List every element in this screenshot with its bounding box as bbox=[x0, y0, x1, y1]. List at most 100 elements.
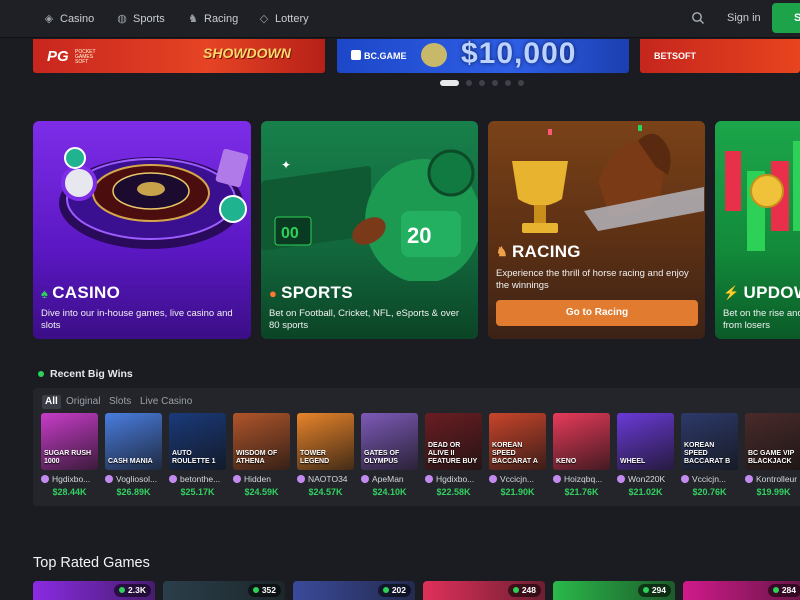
sign-in-link[interactable]: Sign in bbox=[727, 12, 761, 24]
top-rated-games-title: Top Rated Games bbox=[33, 555, 150, 571]
tab-all[interactable]: All bbox=[42, 395, 61, 409]
user-badge-icon bbox=[681, 475, 689, 483]
banner-prize-amount: $10,000 bbox=[461, 39, 577, 70]
go-to-racing-button[interactable]: Go to Racing bbox=[496, 300, 698, 326]
recent-win-item[interactable]: Sugar Rush 1000 Hgdixbo... $28.44K bbox=[41, 413, 98, 497]
player-count: 284 bbox=[781, 585, 796, 595]
game-thumbnail[interactable]: Korean Speed Baccarat B bbox=[681, 413, 738, 470]
tab-live-casino[interactable]: Live Casino bbox=[137, 395, 195, 409]
game-thumbnail[interactable]: Wisdom of Athena bbox=[233, 413, 290, 470]
recent-win-item[interactable]: Keno Hoizqbq... $21.76K bbox=[553, 413, 610, 497]
search-icon[interactable] bbox=[691, 11, 705, 25]
sign-up-button[interactable]: S bbox=[772, 3, 800, 33]
recent-win-item[interactable]: Korean Speed Baccarat A Vccicjn... $21.90K bbox=[489, 413, 546, 497]
carousel-dot[interactable] bbox=[492, 80, 498, 86]
top-rated-game-tile[interactable]: 2.3K bbox=[33, 581, 155, 600]
user-badge-icon bbox=[425, 475, 433, 483]
game-thumbnail[interactable]: Korean Speed Baccarat A bbox=[489, 413, 546, 470]
tab-slots[interactable]: Slots bbox=[106, 395, 134, 409]
top-rated-game-tile[interactable]: 248 bbox=[423, 581, 545, 600]
winner-username: NAOTO34 bbox=[297, 474, 354, 484]
game-thumbnail[interactable]: Keno bbox=[553, 413, 610, 470]
user-badge-icon bbox=[169, 475, 177, 483]
win-amount: $21.90K bbox=[500, 487, 535, 497]
promo-banner-betsoft[interactable]: BETSOFT bbox=[640, 39, 800, 73]
nav-casino[interactable]: ◈ Casino bbox=[43, 11, 94, 27]
nav-lottery-label: Lottery bbox=[275, 13, 309, 25]
carousel-dot[interactable] bbox=[466, 80, 472, 86]
winner-username: Vccicjn... bbox=[681, 474, 738, 484]
winner-username: Hgdixbo... bbox=[41, 474, 98, 484]
user-badge-icon bbox=[41, 475, 49, 483]
user-badge-icon bbox=[617, 475, 625, 483]
top-rated-game-tile[interactable]: 352 bbox=[163, 581, 285, 600]
game-thumbnail[interactable]: Cash Mania bbox=[105, 413, 162, 470]
nav-lottery[interactable]: ◇ Lottery bbox=[258, 11, 309, 27]
game-thumbnail[interactable]: Tower Legend bbox=[297, 413, 354, 470]
win-amount: $26.89K bbox=[116, 487, 151, 497]
coin-graphic bbox=[421, 43, 447, 67]
carousel-dot[interactable] bbox=[518, 80, 524, 86]
recent-win-item[interactable]: Cash Mania Vogliosol... $26.89K bbox=[105, 413, 162, 497]
game-thumbnail[interactable]: Gates of Olympus bbox=[361, 413, 418, 470]
player-count-badge: 352 bbox=[247, 584, 281, 597]
svg-text:00: 00 bbox=[281, 225, 299, 242]
game-thumbnail[interactable]: BC Game VIP Blackjack bbox=[745, 413, 800, 470]
svg-text:✦: ✦ bbox=[281, 158, 291, 172]
game-thumbnail[interactable]: Auto Roulette 1 bbox=[169, 413, 226, 470]
roulette-illustration bbox=[59, 147, 249, 249]
game-thumbnail-title: Korean Speed Baccarat A bbox=[492, 442, 538, 465]
game-thumbnail-title: Korean Speed Baccarat B bbox=[684, 442, 731, 465]
promo-banner-bcgame[interactable]: BC.GAME $10,000 bbox=[337, 39, 629, 73]
promo-banner-showdown[interactable]: PG POCKET GAMES SOFT SHOWDOWN bbox=[33, 39, 325, 73]
game-thumbnail-title: Wisdom of Athena bbox=[236, 450, 278, 465]
recent-win-item[interactable]: Dead or Alive II Feature Buy Hgdixbo... $2… bbox=[425, 413, 482, 497]
user-badge-icon bbox=[553, 475, 561, 483]
tab-original[interactable]: Original bbox=[63, 395, 103, 409]
player-count: 352 bbox=[261, 585, 276, 595]
recent-win-item[interactable]: Wisdom of Athena Hidden $24.59K bbox=[233, 413, 290, 497]
top-rated-game-tile[interactable]: 284 bbox=[683, 581, 800, 600]
carousel-dot[interactable] bbox=[440, 80, 459, 86]
racing-card[interactable]: ♞ RACING Experience the thrill of horse … bbox=[488, 121, 705, 339]
nav-sports[interactable]: ◍ Sports bbox=[116, 11, 165, 27]
nav-racing[interactable]: ♞ Racing bbox=[187, 11, 238, 27]
svg-text:20: 20 bbox=[407, 223, 431, 248]
casino-card[interactable]: ♠ CASINO Dive into our in-house games, l… bbox=[33, 121, 251, 339]
player-count: 2.3K bbox=[128, 585, 146, 595]
win-amount: $24.57K bbox=[308, 487, 343, 497]
recent-win-item[interactable]: Wheel Won220K $21.02K bbox=[617, 413, 674, 497]
recent-win-item[interactable]: Gates of Olympus ApeMan $24.10K bbox=[361, 413, 418, 497]
game-thumbnail[interactable]: Wheel bbox=[617, 413, 674, 470]
winner-username: betonthe... bbox=[169, 474, 226, 484]
updown-card[interactable]: ⚡ UPDOW Bet on the rise and profits from… bbox=[715, 121, 800, 339]
carousel-dot[interactable] bbox=[479, 80, 485, 86]
lightning-icon: ⚡ bbox=[723, 285, 740, 300]
bcgame-logo-text: BC.GAME bbox=[364, 51, 407, 61]
game-thumbnail[interactable]: Sugar Rush 1000 bbox=[41, 413, 98, 470]
recent-win-item[interactable]: BC Game VIP Blackjack Kontrolleur $19.99K bbox=[745, 413, 800, 497]
win-amount: $28.44K bbox=[52, 487, 87, 497]
recent-win-item[interactable]: Korean Speed Baccarat B Vccicjn... $20.76K bbox=[681, 413, 738, 497]
game-thumbnail-title: Wheel bbox=[620, 458, 646, 465]
player-count: 248 bbox=[521, 585, 536, 595]
win-amount: $21.02K bbox=[628, 487, 663, 497]
banner-title: SHOWDOWN bbox=[203, 45, 291, 61]
carousel-dot[interactable] bbox=[505, 80, 511, 86]
sports-card-description: Bet on Football, Cricket, NFL, eSports &… bbox=[269, 308, 460, 331]
racing-card-title-row: ♞ RACING bbox=[496, 242, 581, 262]
winner-username-text: NAOTO34 bbox=[308, 474, 348, 484]
game-thumbnail[interactable]: Dead or Alive II Feature Buy bbox=[425, 413, 482, 470]
win-amount: $25.17K bbox=[180, 487, 215, 497]
basketball-icon: ● bbox=[269, 285, 278, 301]
recent-win-item[interactable]: Tower Legend NAOTO34 $24.57K bbox=[297, 413, 354, 497]
sports-card[interactable]: 00 20 ✦ ● SPORTS Bet on Football, Cricke… bbox=[261, 121, 478, 339]
recent-win-item[interactable]: Auto Roulette 1 betonthe... $25.17K bbox=[169, 413, 226, 497]
winner-username-text: ApeMan bbox=[372, 474, 404, 484]
top-rated-game-tile[interactable]: 202 bbox=[293, 581, 415, 600]
player-count-badge: 294 bbox=[637, 584, 671, 597]
football-player-illustration: 00 20 ✦ bbox=[261, 149, 478, 281]
top-rated-game-tile[interactable]: 294 bbox=[553, 581, 675, 600]
winner-username: Hoizqbq... bbox=[553, 474, 610, 484]
horse-icon: ♞ bbox=[496, 244, 508, 259]
